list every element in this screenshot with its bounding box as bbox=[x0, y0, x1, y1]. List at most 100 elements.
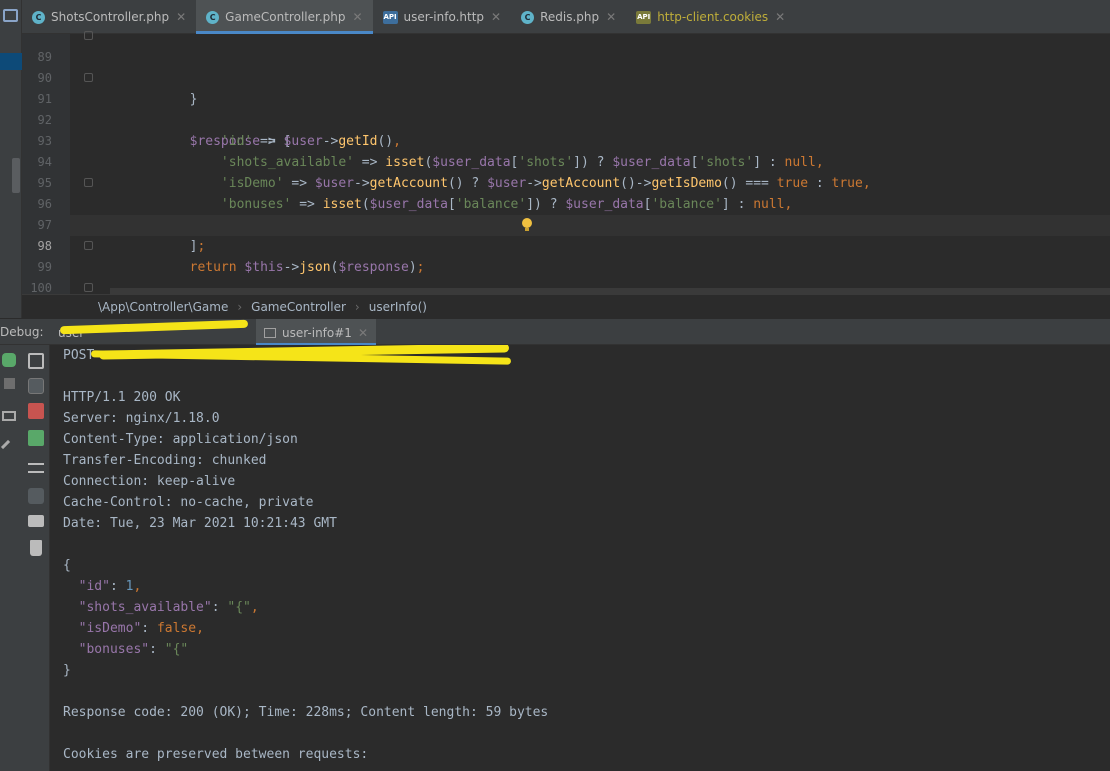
breadcrumb-method[interactable]: userInfo() bbox=[369, 300, 427, 314]
line-number: 96 bbox=[37, 197, 52, 211]
code-line: 90 bbox=[38, 47, 1110, 85]
header-line: Date: Tue, 23 Mar 2021 10:21:43 GMT bbox=[63, 516, 337, 531]
line-number: 90 bbox=[37, 71, 52, 85]
fold-marker-icon[interactable] bbox=[84, 73, 93, 82]
json-line: "bonuses": "{" bbox=[78, 642, 189, 657]
request-line: POST bbox=[63, 345, 94, 366]
line-number: 95 bbox=[37, 176, 52, 190]
breadcrumb: \App\Controller\Game › GameController › … bbox=[22, 294, 1110, 318]
code-line: 95 'bonuses' => isset($user_data['balanc… bbox=[38, 152, 1110, 212]
php-class-icon: C bbox=[521, 10, 535, 24]
header-line: Content-Type: application/json bbox=[63, 432, 298, 447]
tab-label: Redis.php bbox=[540, 10, 600, 24]
debug-left-toolbar bbox=[0, 345, 22, 771]
debug-tool-window-header: Debug: user user-info#1 ✕ bbox=[0, 318, 1110, 346]
header-line: Transfer-Encoding: chunked bbox=[63, 453, 267, 468]
close-icon[interactable]: ✕ bbox=[606, 10, 616, 24]
fold-marker-icon[interactable] bbox=[84, 283, 93, 292]
json-key: "id" bbox=[78, 579, 110, 594]
status-line: HTTP/1.1 200 OK bbox=[63, 390, 181, 405]
xml-view-icon[interactable] bbox=[28, 403, 44, 419]
request-method: POST bbox=[63, 348, 95, 363]
code-line: 99 } bbox=[38, 236, 1110, 317]
http-api-icon: API bbox=[382, 10, 398, 24]
response-toolbar bbox=[22, 345, 50, 771]
json-value: "{" bbox=[164, 642, 189, 657]
code-line: 92 'id' => $user->getId(), bbox=[38, 89, 1110, 149]
header-line: Cache-Control: no-cache, private bbox=[63, 495, 314, 510]
line-number: 94 bbox=[37, 155, 52, 169]
close-icon[interactable]: ✕ bbox=[775, 10, 785, 24]
json-value: false bbox=[156, 621, 197, 636]
line-number: 92 bbox=[37, 113, 52, 127]
tab-label: ShotsController.php bbox=[51, 10, 170, 24]
fold-marker-icon[interactable] bbox=[84, 241, 93, 250]
json-open: { bbox=[63, 558, 71, 573]
json-line: "isDemo": false, bbox=[78, 621, 204, 636]
chevron-right-icon: › bbox=[354, 299, 360, 314]
rerun-bug-icon[interactable] bbox=[2, 353, 16, 367]
breadcrumb-namespace[interactable]: \App\Controller\Game bbox=[98, 300, 228, 314]
fold-marker-icon[interactable] bbox=[84, 178, 93, 187]
close-icon[interactable]: ✕ bbox=[176, 10, 186, 24]
code-editor[interactable]: 89 } 90 91 $response = [ 92 'id' => $use… bbox=[30, 31, 1110, 359]
tab-label: http-client.cookies bbox=[657, 10, 769, 24]
code-line: 94 'isDemo' => $user->getAccount() ? $us… bbox=[38, 131, 1110, 191]
code-line: 89 } bbox=[38, 26, 1110, 107]
history-icon[interactable] bbox=[28, 378, 44, 394]
json-key: "shots_available" bbox=[78, 600, 212, 615]
print-icon[interactable] bbox=[28, 515, 44, 527]
soft-wrap-icon[interactable] bbox=[28, 463, 44, 473]
scrollbar-thumb[interactable] bbox=[12, 158, 20, 193]
trash-icon[interactable] bbox=[30, 540, 42, 556]
header-line: Server: nginx/1.18.0 bbox=[63, 411, 220, 426]
pin-icon[interactable] bbox=[0, 439, 16, 455]
close-icon[interactable]: ✕ bbox=[491, 10, 501, 24]
scroll-to-end-icon[interactable] bbox=[28, 488, 44, 504]
line-number: 99 bbox=[37, 260, 52, 274]
close-icon[interactable]: ✕ bbox=[358, 326, 368, 340]
open-response-icon[interactable] bbox=[28, 353, 44, 369]
json-value: "{" bbox=[227, 600, 251, 615]
line-number: 89 bbox=[37, 50, 52, 64]
fold-marker-icon[interactable] bbox=[84, 31, 93, 40]
redaction-mark bbox=[59, 319, 249, 335]
code-line-current: 98 return $this->json($response); bbox=[38, 215, 1110, 275]
cookies-api-icon: API bbox=[636, 10, 652, 24]
code-line: 96 ]; bbox=[38, 173, 1110, 254]
php-class-icon: C bbox=[206, 10, 220, 24]
line-number: 97 bbox=[37, 218, 52, 232]
cookies-note: Cookies are preserved between requests: bbox=[63, 747, 369, 762]
header-line: Connection: keep-alive bbox=[63, 474, 236, 489]
code-line: 93 'shots_available' => isset($user_data… bbox=[38, 110, 1110, 170]
line-number: 91 bbox=[37, 92, 52, 106]
response-console[interactable]: POST HTTP/1.1 200 OK Server: nginx/1.18.… bbox=[51, 345, 1110, 771]
json-close: } bbox=[63, 663, 71, 678]
php-class-icon: C bbox=[32, 10, 45, 24]
html-view-icon[interactable] bbox=[28, 430, 44, 446]
debug-tab-user-info[interactable]: user-info#1 ✕ bbox=[256, 319, 376, 346]
lightbulb-icon[interactable] bbox=[522, 218, 532, 232]
json-key: "isDemo" bbox=[78, 621, 142, 636]
project-selection bbox=[0, 53, 22, 70]
line-number: 93 bbox=[37, 134, 52, 148]
breadcrumb-class[interactable]: GameController bbox=[251, 300, 346, 314]
console-icon bbox=[264, 327, 276, 338]
project-tool-strip bbox=[0, 0, 22, 318]
project-icon[interactable] bbox=[3, 9, 18, 22]
line-number: 98 bbox=[37, 239, 52, 253]
layout-icon[interactable] bbox=[2, 411, 16, 421]
json-line: "shots_available": "{", bbox=[78, 600, 259, 615]
chevron-right-icon: › bbox=[237, 299, 243, 314]
debug-label: Debug: bbox=[0, 325, 44, 339]
tab-label: user-info.http bbox=[403, 10, 485, 24]
json-key: "bonuses" bbox=[78, 642, 150, 657]
json-line: "id": 1, bbox=[78, 579, 142, 594]
tab-label: GameController.php bbox=[225, 10, 346, 24]
code-line: 100 bbox=[30, 257, 1110, 295]
response-summary: Response code: 200 (OK); Time: 228ms; Co… bbox=[63, 705, 549, 720]
code-line: 97 bbox=[38, 194, 1110, 232]
debug-tab-label: user-info#1 bbox=[282, 325, 352, 340]
close-icon[interactable]: ✕ bbox=[352, 10, 362, 24]
stop-icon[interactable] bbox=[4, 378, 15, 389]
